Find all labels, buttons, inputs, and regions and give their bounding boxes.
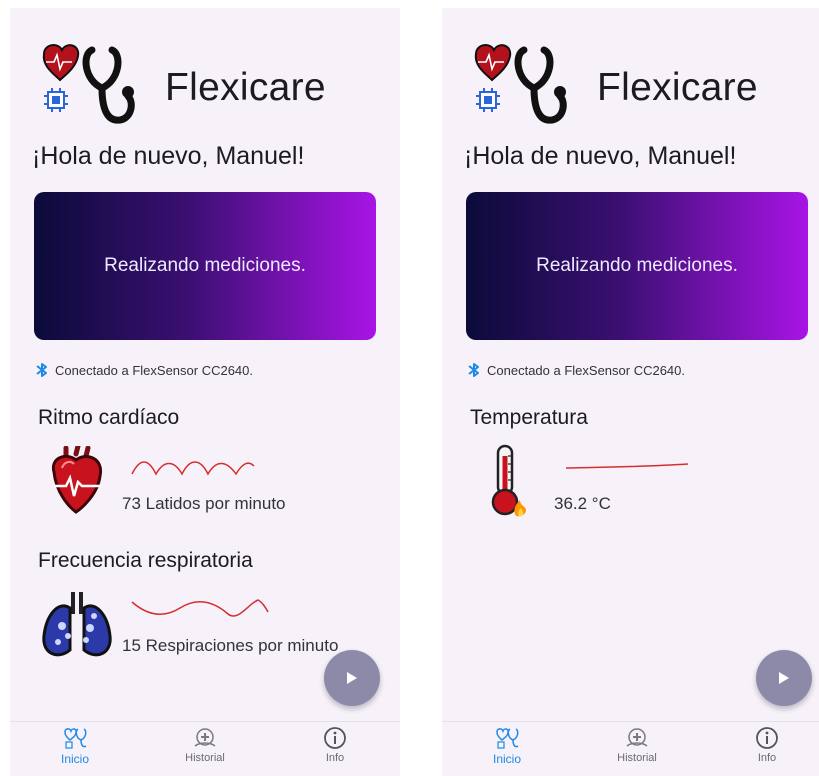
play-icon [347, 672, 357, 684]
measurement-banner: Realizando mediciones. [34, 192, 376, 340]
bottom-navigation: Inicio Historial Info [10, 721, 400, 776]
home-icon [64, 728, 87, 749]
nav-item-info[interactable]: Info [717, 722, 817, 764]
bluetooth-icon [468, 363, 479, 377]
info-icon [756, 727, 778, 749]
connection-text: Conectado a FlexSensor CC2640. [487, 362, 686, 378]
play-button[interactable] [324, 650, 380, 706]
app-title: Flexicare [597, 66, 758, 109]
screen-vitals: Flexicare ¡Hola de nuevo, Manuel! Realiz… [10, 8, 400, 776]
bluetooth-icon [36, 363, 47, 377]
greeting-text: ¡Hola de nuevo, Manuel! [32, 142, 305, 170]
nav-label-historial: Historial [185, 752, 225, 764]
nav-label-inicio: Inicio [492, 752, 521, 766]
nav-label-info: Info [757, 752, 777, 764]
respiration-value: 15 Respiraciones por minuto [122, 636, 339, 655]
connection-status: Conectado a FlexSensor CC2640. [467, 362, 685, 378]
thermometer-icon [491, 444, 526, 517]
lungs-icon [42, 592, 112, 657]
nav-label-info: Info [325, 752, 345, 764]
connection-text: Conectado a FlexSensor CC2640. [55, 362, 254, 378]
flexicare-logo-icon [474, 44, 567, 124]
info-icon [324, 727, 346, 749]
play-button[interactable] [756, 650, 812, 706]
respiration-title: Frecuencia respiratoria [38, 549, 253, 572]
heart-rate-value: 73 Latidos por minuto [122, 494, 286, 513]
greeting-text: ¡Hola de nuevo, Manuel! [464, 142, 737, 170]
heart-rate-title: Ritmo cardíaco [38, 406, 180, 429]
temperature-wave [565, 463, 689, 469]
banner-text: Realizando mediciones. [104, 255, 306, 276]
heart-icon [51, 446, 103, 514]
app-title: Flexicare [165, 66, 326, 109]
heart-rate-wave [131, 461, 255, 476]
nav-item-historial[interactable]: Historial [587, 722, 687, 764]
nav-item-inicio[interactable]: Inicio [25, 722, 125, 766]
nav-label-inicio: Inicio [60, 752, 89, 766]
history-icon [194, 728, 216, 747]
nav-item-inicio[interactable]: Inicio [457, 722, 557, 766]
measurement-banner: Realizando mediciones. [466, 192, 808, 340]
nav-item-historial[interactable]: Historial [155, 722, 255, 764]
nav-label-historial: Historial [617, 752, 657, 764]
bottom-navigation: Inicio Historial Info [442, 721, 819, 776]
flexicare-logo-icon [42, 44, 135, 124]
play-icon [779, 672, 789, 684]
temperature-title: Temperatura [470, 406, 588, 429]
screen-temperature: Flexicare ¡Hola de nuevo, Manuel! Realiz… [442, 8, 819, 776]
nav-item-info[interactable]: Info [285, 722, 385, 764]
temperature-value: 36.2 °C [554, 494, 611, 513]
home-icon [496, 728, 519, 749]
connection-status: Conectado a FlexSensor CC2640. [35, 362, 253, 378]
respiration-wave [131, 599, 269, 617]
history-icon [626, 728, 648, 747]
banner-text: Realizando mediciones. [536, 255, 738, 276]
